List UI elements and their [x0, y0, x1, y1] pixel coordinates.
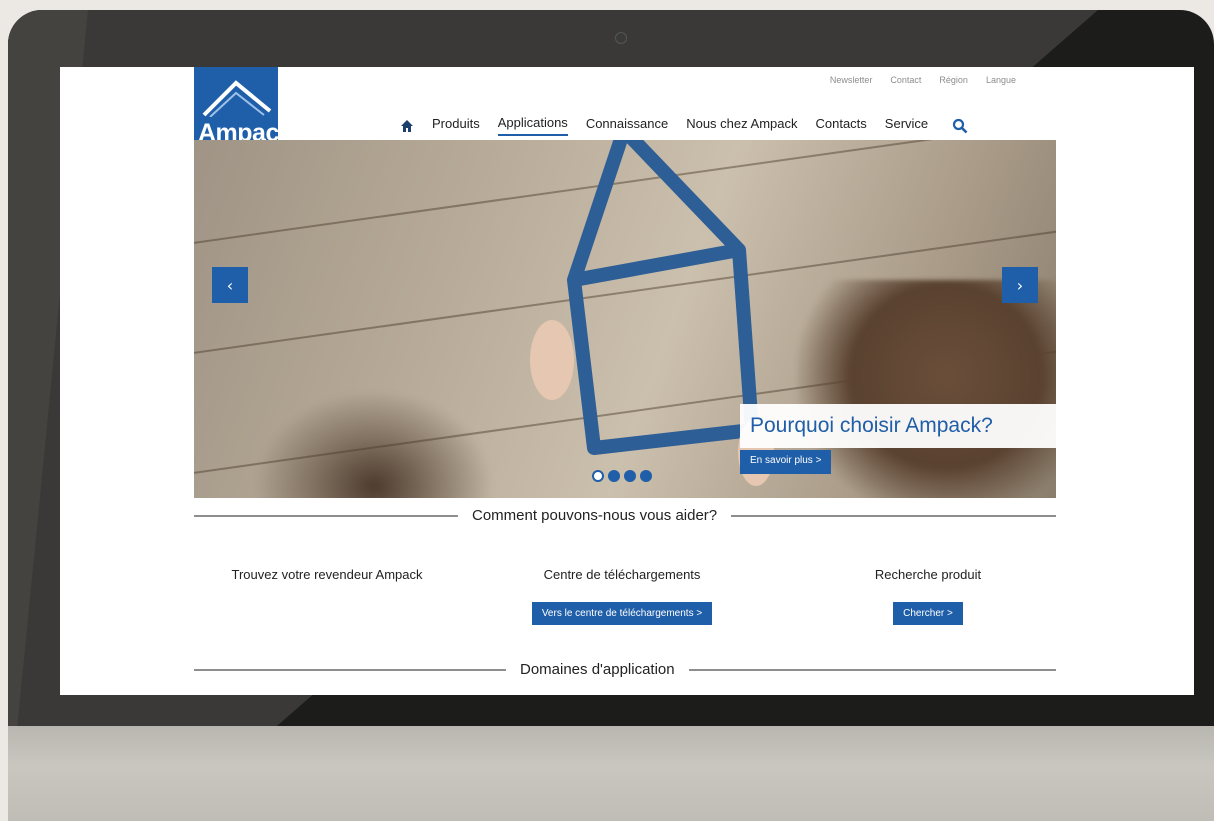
hero-cta-button[interactable]: En savoir plus >: [740, 450, 832, 474]
laptop-frame: Ampack Newsletter Contact Région Langue …: [8, 10, 1214, 821]
folding-rule-house-image: [530, 140, 774, 486]
hero-slider: ‹ › Pourquoi choisir Ampack? En savoir p…: [194, 140, 1056, 498]
main-nav: Produits Applications Connaissance Nous …: [400, 115, 968, 136]
slider-dots: [592, 470, 652, 482]
nav-item-contacts[interactable]: Contacts: [815, 116, 866, 135]
slider-prev-button[interactable]: ‹: [212, 267, 248, 303]
divider-line: [731, 514, 1056, 517]
help-heading-downloads: Centre de téléchargements: [543, 567, 701, 582]
help-section-title: Comment pouvons-nous vous aider?: [194, 507, 1056, 524]
laptop-base: [8, 726, 1214, 821]
help-column-dealer: Trouvez votre revendeur Ampack: [202, 567, 452, 582]
slider-dot[interactable]: [640, 470, 652, 482]
utility-link-newsletter[interactable]: Newsletter: [830, 75, 873, 85]
search-button[interactable]: Chercher >: [893, 602, 963, 625]
nav-item-applications[interactable]: Applications: [497, 115, 568, 136]
help-column-downloads: Centre de téléchargements Vers le centre…: [492, 567, 752, 625]
hero-person-left: [254, 390, 494, 498]
roof-icon: [202, 80, 272, 117]
hero-person-right: [796, 280, 1056, 498]
divider-line: [194, 514, 458, 517]
slider-dot[interactable]: [608, 470, 620, 482]
divider-line: [688, 668, 1056, 671]
help-column-product-search: Recherche produit Chercher >: [808, 567, 1048, 625]
nav-item-nous-chez-ampack[interactable]: Nous chez Ampack: [686, 116, 797, 135]
slider-dot[interactable]: [592, 470, 604, 482]
domains-title: Domaines d'application: [520, 661, 675, 678]
help-heading-dealer[interactable]: Trouvez votre revendeur Ampack: [202, 567, 452, 582]
help-title: Comment pouvons-nous vous aider?: [472, 507, 718, 524]
utility-nav: Newsletter Contact Région Langue: [830, 75, 1016, 85]
help-heading-product-search: Recherche produit: [874, 567, 982, 582]
browser-screen: Ampack Newsletter Contact Région Langue …: [60, 67, 1194, 695]
utility-link-langue[interactable]: Langue: [986, 75, 1016, 85]
search-icon[interactable]: [952, 118, 968, 134]
utility-link-region[interactable]: Région: [939, 75, 968, 85]
divider-line: [194, 668, 506, 671]
nav-item-connaissance[interactable]: Connaissance: [586, 116, 668, 135]
slider-dot[interactable]: [624, 470, 636, 482]
hero-caption: Pourquoi choisir Ampack?: [740, 404, 1056, 448]
utility-link-contact[interactable]: Contact: [890, 75, 921, 85]
domains-section-title: Domaines d'application: [194, 661, 1056, 678]
slider-next-button[interactable]: ›: [1002, 267, 1038, 303]
nav-item-produits[interactable]: Produits: [432, 116, 480, 135]
home-icon[interactable]: [400, 119, 414, 133]
downloads-button[interactable]: Vers le centre de téléchargements >: [531, 602, 713, 625]
webcam: [615, 32, 627, 44]
nav-item-service[interactable]: Service: [885, 116, 928, 135]
